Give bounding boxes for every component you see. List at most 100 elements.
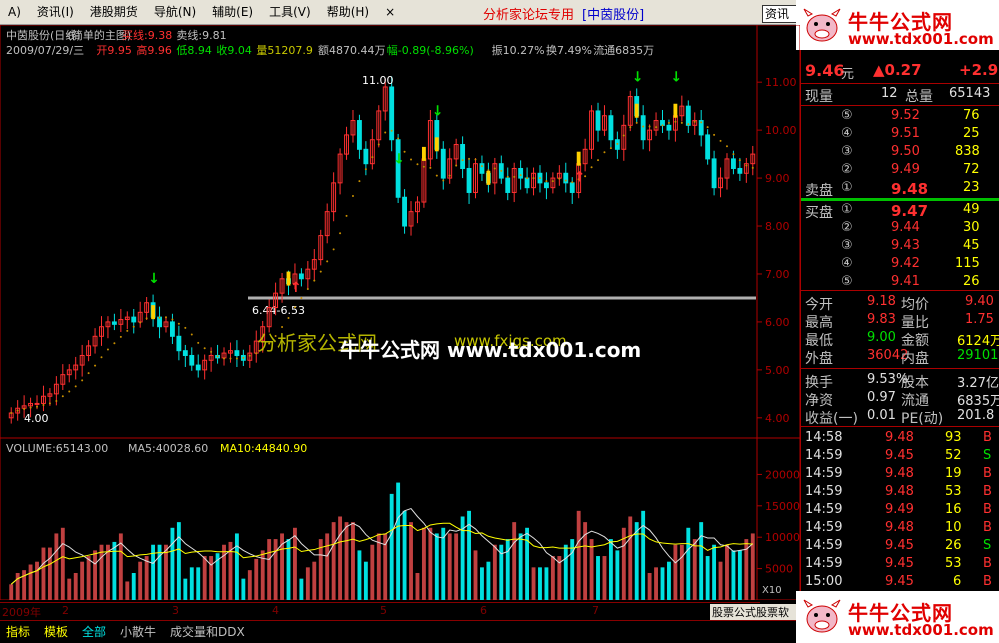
fund-value: 201.8 [957,408,995,423]
forum-label: 分析家论坛专用 [483,8,575,23]
bar-date: 2009/07/29/三 [6,44,84,57]
volume-bar [641,510,646,600]
stat-label: 最低 [805,333,833,349]
bottom-tab[interactable]: 成交量和DDX [170,623,245,640]
volume-bar [692,539,697,600]
candle-down [402,196,408,227]
volume-bar [486,561,491,600]
ma-dot [680,121,683,124]
tick-price: 9.48 [885,520,914,535]
signal-bar [576,151,581,166]
ma-dot [642,125,645,128]
tick-volume: 53 [945,484,962,499]
ma-dot [506,175,509,178]
volume-bar [93,550,97,600]
forum-stock-name: [中茵股份] [582,8,645,23]
ma-dot [29,406,32,409]
menu-item[interactable]: 帮助(H) [319,0,377,25]
ask-volume: 838 [955,144,980,159]
month-label: 2009年 [2,606,41,619]
tick-price: 9.48 [885,484,914,499]
bar-high: 高9.96 [136,43,172,57]
tick-price: 9.49 [885,502,914,517]
ma-dot [674,120,677,123]
stat-value: 9.83 [867,312,896,327]
menu-item[interactable]: 辅助(E) [204,0,261,25]
volume-bar [144,556,149,600]
volume-bar [505,539,510,600]
ma-dot [461,159,464,162]
volume-bar [73,573,78,600]
volume-bar [660,567,665,600]
ma-dot [300,296,303,299]
tick-price: 9.45 [885,448,914,463]
price-tick-label: 9.00 [765,172,790,185]
fund-label: PE(动) [901,411,944,427]
menu-item[interactable]: A) [0,0,29,25]
volume-bar [54,533,59,600]
volume-bar [699,522,704,600]
bottom-tab[interactable]: 指标 [6,623,30,640]
bid-price: 9.43 [891,238,920,253]
ma-dot [94,364,97,367]
volume-bar [176,522,181,600]
menu-item[interactable]: 工具(V) [261,0,319,25]
ma-dot [248,354,251,357]
volume-bar [628,516,633,600]
volume-bar [389,493,394,600]
stat-value: 29101 [957,348,999,363]
chart-canvas[interactable]: 中茵股份(日线)(简单的主图)买线:9.38 卖线:9.812009/07/29/… [0,25,800,600]
volume-bar [312,561,317,600]
bid-price: 9.42 [891,256,920,271]
ma-dot [42,404,45,407]
candle-down [111,321,117,325]
stat-value: 9.18 [867,294,896,309]
tick-side: S [983,538,992,553]
tick-volume: 53 [945,556,962,571]
ma-dot [364,168,367,171]
bottom-tab[interactable]: 模板 [44,623,68,640]
volume-bar [47,547,52,600]
bid-level: ① [841,202,853,217]
ma-dot [210,350,213,353]
candle-down [524,177,530,189]
ma-dot [74,385,77,388]
low-label: 4.00 [24,412,49,425]
candle-down [234,350,240,356]
ma-dot [455,164,458,167]
volume-bar [538,567,542,600]
ma-dot [603,151,606,154]
ma-dot [339,232,342,235]
ma-dot [36,405,39,408]
bottom-tab[interactable]: 小散牛 [120,623,156,640]
now-volume-label: 现量 [805,89,833,105]
menu-item[interactable]: 资讯(I) [29,0,82,25]
menu-item[interactable]: × [377,0,403,25]
volume-bar [41,547,46,600]
ma-dot [558,177,561,180]
kline-chart[interactable]: 中茵股份(日线) (简单的主图) 买线:9.38 卖线:9.81 2009/07/29/… [0,25,800,600]
volume-bar [712,544,717,600]
menu-item[interactable]: 导航(N) [146,0,204,25]
volume-tick-label: 10000 [765,531,800,544]
ask-volume: 23 [963,180,980,195]
volume-bar [28,564,33,600]
bid-volume: 26 [963,274,980,289]
bottom-tab[interactable]: 全部 [82,623,106,640]
ma-dot [119,335,122,338]
ma-dot [700,121,703,124]
ma-dot [693,120,696,123]
bar-turnover: 换7.49% [546,43,592,57]
volume-bar [434,533,439,600]
ma-dot [190,333,193,336]
signal-bar [434,137,439,152]
ma-dot [513,175,516,178]
menu-item[interactable]: 港股期货 [82,0,146,25]
tick-volume: 52 [945,448,962,463]
sell-label: 卖盘 [805,183,833,199]
zoom-label[interactable]: X10 [762,585,782,596]
candle-down [543,182,549,189]
volume-bar [60,527,65,600]
candle-down [466,167,472,193]
ma-dot [609,147,612,150]
